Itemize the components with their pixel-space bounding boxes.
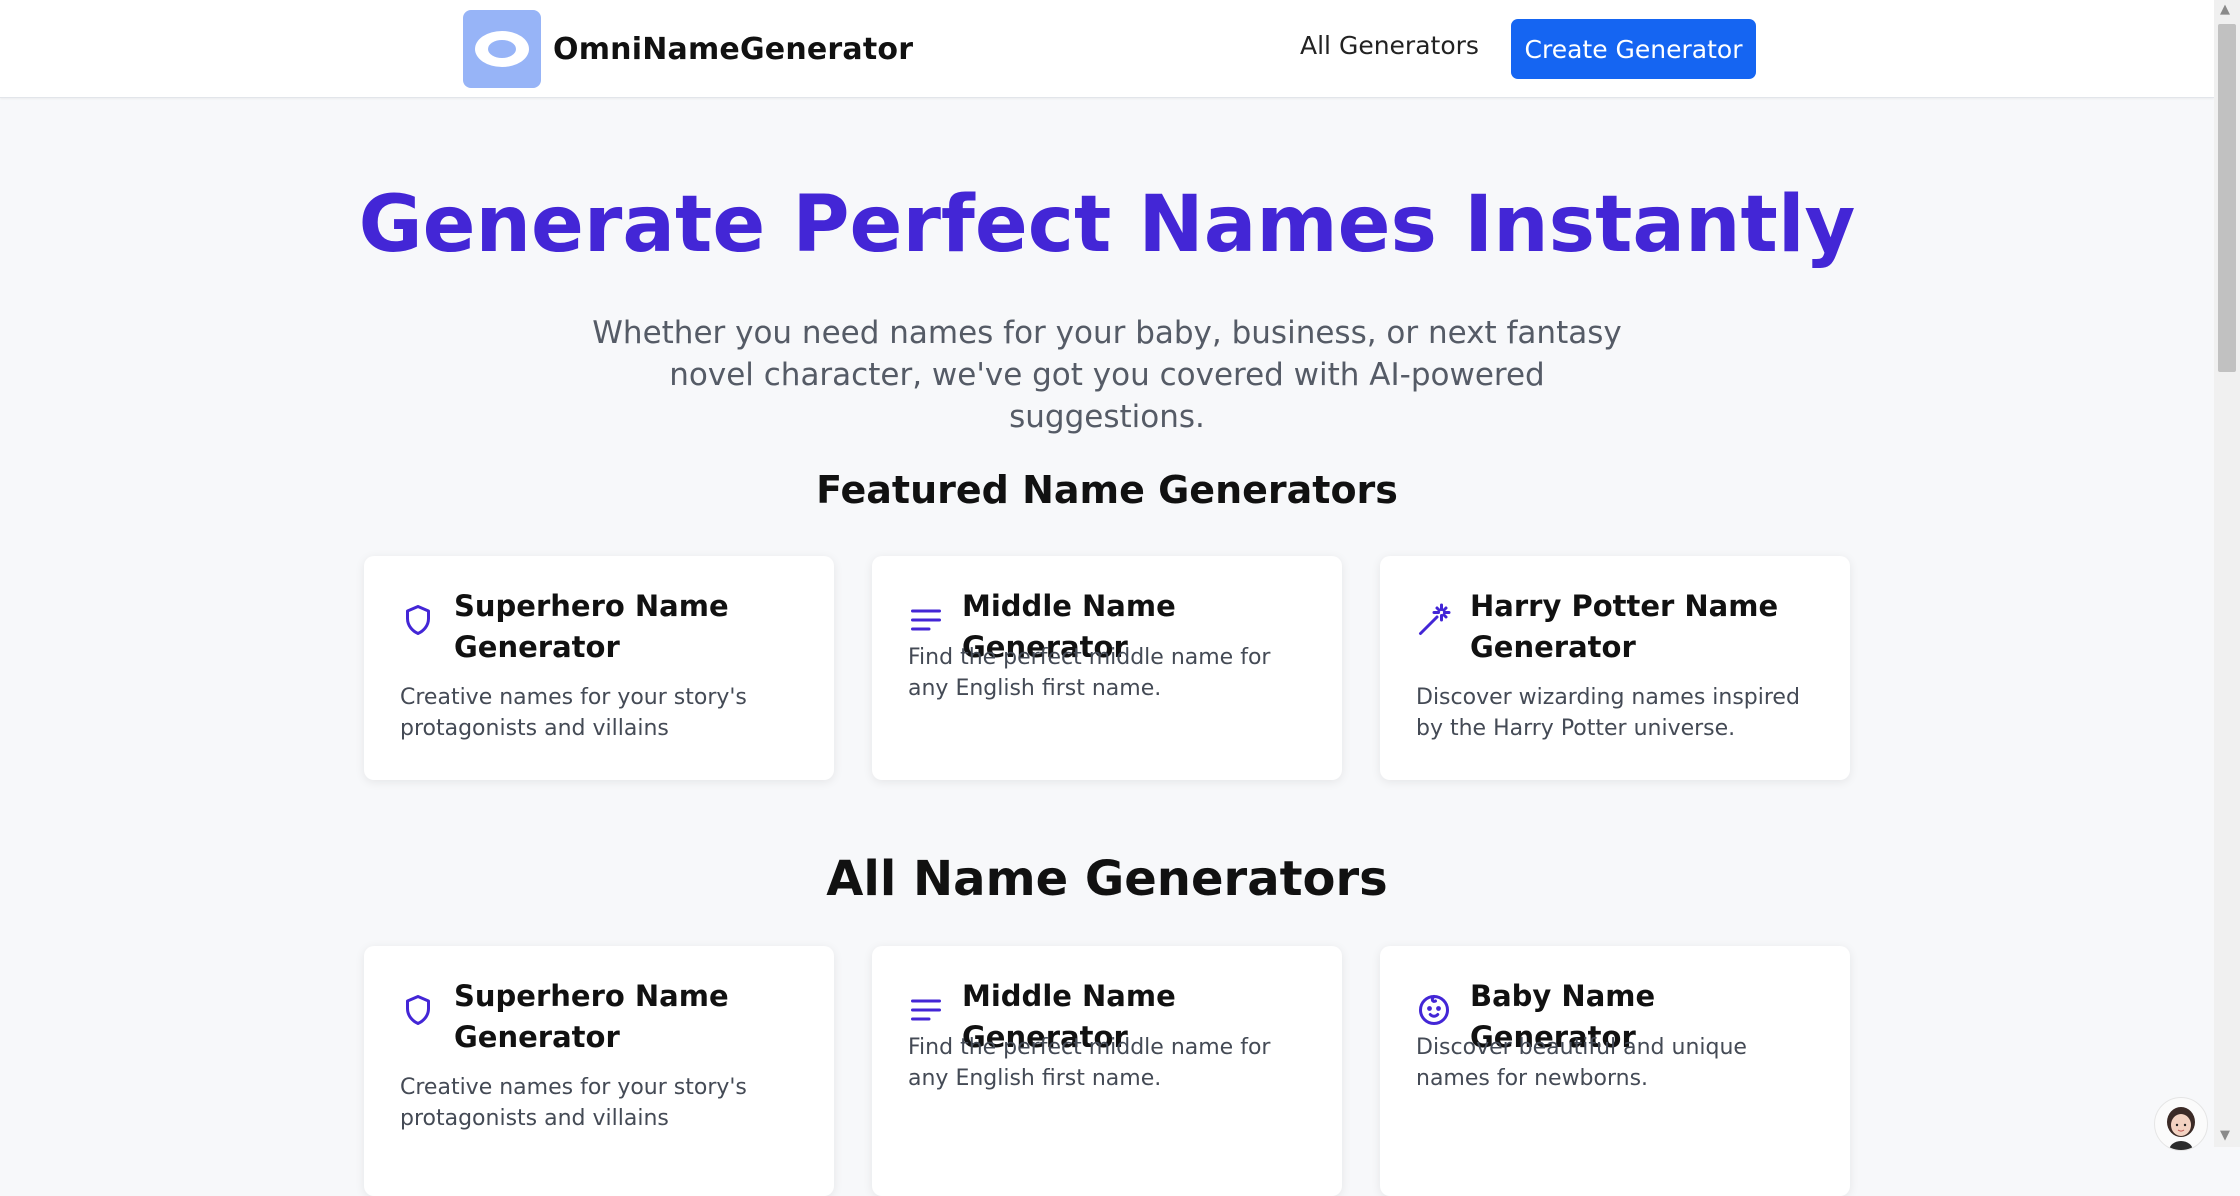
card-description: Find the perfect middle name for any Eng… (908, 645, 1271, 701)
shield-icon (406, 605, 430, 635)
brand[interactable]: OmniNameGenerator (463, 10, 913, 88)
hero-subtitle-line: Whether you need names for your baby, bu… (592, 315, 1622, 351)
logo-icon[interactable] (463, 10, 541, 88)
featured-card-harry-potter[interactable]: Harry Potter Name Generator Discover wiz… (1380, 556, 1850, 780)
generator-card-middle-name[interactable]: Middle Name Generator Find the perfect m… (872, 946, 1342, 1196)
navbar: OmniNameGenerator All Generators Create … (0, 0, 2214, 98)
shield-icon (406, 995, 430, 1025)
card-description: Discover beautiful and unique names for … (1416, 1035, 1747, 1091)
card-header: Harry Potter Name Generator (1416, 586, 1820, 668)
all-section-title: All Name Generators (826, 851, 1388, 907)
featured-card-middle-name[interactable]: Middle Name Generator Find the perfect m… (872, 556, 1342, 780)
card-title: Harry Potter Name Generator (1470, 589, 1779, 664)
hero-subtitle-line: novel character, we've got you covered w… (669, 357, 1545, 435)
featured-section-title: Featured Name Generators (816, 468, 1398, 512)
hero-subtitle: Whether you need names for your baby, bu… (590, 312, 1624, 438)
lines-icon (911, 609, 941, 631)
card-header: Superhero Name Generator (400, 976, 804, 1058)
scroll-thumb[interactable] (2218, 24, 2236, 372)
card-description: Creative names for your story's protagon… (400, 1075, 747, 1131)
magic-wand-icon (1419, 603, 1451, 635)
generator-card-superhero[interactable]: Superhero Name Generator Creative names … (364, 946, 834, 1196)
card-header: Superhero Name Generator (400, 586, 804, 668)
scroll-up-arrow-icon[interactable]: ▲ (2220, 2, 2230, 17)
create-generator-button[interactable]: Create Generator (1511, 19, 1756, 79)
featured-card-superhero[interactable]: Superhero Name Generator Creative names … (364, 556, 834, 780)
brand-name[interactable]: OmniNameGenerator (553, 32, 913, 67)
baby-face-icon (1419, 995, 1449, 1025)
card-title: Superhero Name Generator (454, 979, 729, 1054)
hero-title: Generate Perfect Names Instantly (358, 180, 1856, 270)
card-title: Superhero Name Generator (454, 589, 729, 664)
scroll-down-arrow-icon[interactable]: ▼ (2220, 1128, 2230, 1143)
generator-card-baby-name[interactable]: Baby Name Generator Discover beautiful a… (1380, 946, 1850, 1196)
lines-icon (911, 999, 941, 1021)
card-description: Discover wizarding names inspired by the… (1416, 685, 1800, 741)
assistant-avatar-icon[interactable] (2154, 1097, 2208, 1151)
card-description: Creative names for your story's protagon… (400, 685, 747, 741)
card-description: Find the perfect middle name for any Eng… (908, 1035, 1271, 1091)
nav-link-all-generators[interactable]: All Generators (1300, 31, 1479, 60)
scrollbar[interactable]: ▲ ▼ (2214, 0, 2240, 1147)
